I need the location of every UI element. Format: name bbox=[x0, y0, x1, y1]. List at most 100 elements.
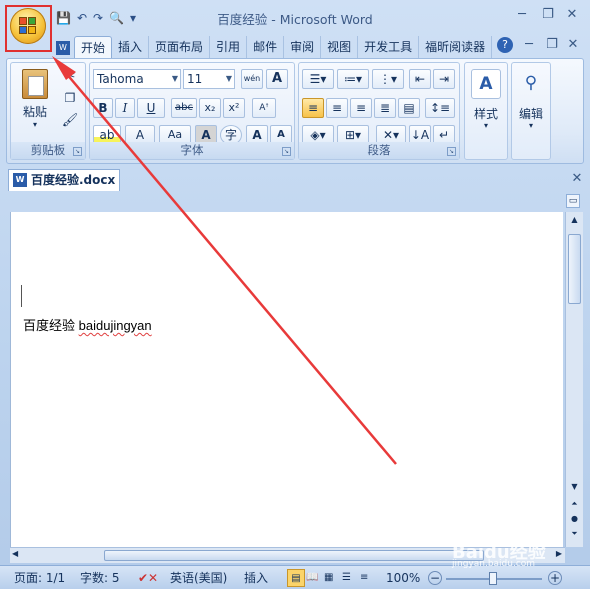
minimize-button[interactable]: ─ bbox=[511, 6, 533, 24]
status-zoom-level[interactable]: 100% bbox=[386, 569, 420, 587]
format-painter-icon[interactable]: 🖌 bbox=[61, 113, 79, 128]
restore-button[interactable]: ❐ bbox=[537, 6, 559, 24]
justify-button[interactable]: ≣ bbox=[374, 98, 396, 118]
strikethrough-button[interactable]: abc bbox=[171, 98, 197, 118]
tab-developer[interactable]: 开发工具 bbox=[358, 36, 420, 58]
text-cursor bbox=[21, 285, 22, 307]
help-icon[interactable]: ? bbox=[497, 37, 513, 53]
italic-button[interactable]: I bbox=[115, 98, 135, 118]
copy-icon[interactable]: ❐ bbox=[61, 91, 79, 105]
numbering-button[interactable]: ≔▾ bbox=[337, 69, 369, 89]
print-layout-view-icon[interactable]: ▤ bbox=[287, 569, 305, 587]
tab-references[interactable]: 引用 bbox=[210, 36, 248, 58]
status-language[interactable]: 英语(美国) bbox=[170, 569, 227, 587]
document-tab[interactable]: W 百度经验.docx bbox=[8, 169, 120, 191]
outline-view-icon[interactable]: ☰ bbox=[342, 569, 351, 587]
bullets-button[interactable]: ☰▾ bbox=[302, 69, 334, 89]
document-tab-label: 百度经验.docx bbox=[31, 173, 116, 187]
word-doc-icon: W bbox=[52, 36, 74, 58]
group-font: Tahoma ▼ 11 ▼ wén A B I U abc x₂ x² Aꜛ ab … bbox=[89, 62, 295, 160]
document-tab-bar: W 百度经验.docx ✕ bbox=[0, 166, 590, 192]
tab-page-layout[interactable]: 页面布局 bbox=[149, 36, 211, 58]
undo-icon[interactable]: ↶ bbox=[77, 11, 87, 25]
save-icon[interactable]: 💾 bbox=[56, 11, 71, 25]
increase-indent-button[interactable]: ⇥ bbox=[433, 69, 455, 89]
reading-view-icon[interactable]: 📖 bbox=[306, 569, 318, 587]
ribbon-close-button[interactable]: ✕ bbox=[562, 36, 584, 54]
draft-view-icon[interactable]: ≡ bbox=[360, 569, 368, 587]
styles-icon: A bbox=[471, 69, 501, 99]
clipboard-launcher-icon[interactable]: ↘ bbox=[73, 147, 82, 156]
font-name-value: Tahoma bbox=[97, 72, 144, 86]
underline-button[interactable]: U bbox=[137, 98, 165, 118]
zoom-slider-thumb[interactable] bbox=[489, 572, 497, 585]
redo-icon[interactable]: ↷ bbox=[93, 11, 103, 25]
group-styles[interactable]: A 样式 ▾ bbox=[464, 62, 508, 160]
status-insert-mode[interactable]: 插入 bbox=[244, 569, 268, 587]
align-center-button[interactable]: ≡ bbox=[326, 98, 348, 118]
highlight-box bbox=[5, 5, 52, 52]
scroll-right-icon[interactable]: ▶ bbox=[556, 549, 562, 558]
phonetic-guide-button[interactable]: wén bbox=[241, 69, 263, 89]
tab-foxit-reader[interactable]: 福昕阅读器 bbox=[419, 36, 493, 58]
font-launcher-icon[interactable]: ↘ bbox=[282, 147, 291, 156]
word-doc-icon: W bbox=[13, 173, 27, 187]
font-size-combo[interactable]: 11 ▼ bbox=[183, 69, 235, 89]
print-preview-icon[interactable]: 🔍 bbox=[109, 11, 124, 25]
status-page[interactable]: 页面: 1/1 bbox=[14, 569, 65, 587]
ribbon-restore-button[interactable]: ❐ bbox=[541, 36, 563, 54]
paste-button[interactable]: 粘贴 ▾ bbox=[15, 67, 55, 139]
paste-label: 粘贴 bbox=[22, 105, 47, 119]
browse-object-icon[interactable]: ● bbox=[568, 514, 581, 528]
document-text[interactable]: 百度经验 baidujingyan bbox=[23, 315, 152, 334]
tab-home[interactable]: 开始 bbox=[74, 36, 113, 58]
proofing-icon[interactable]: ✔✕ bbox=[138, 569, 158, 587]
chevron-down-icon: ▼ bbox=[225, 74, 232, 83]
close-button[interactable]: ✕ bbox=[561, 6, 583, 24]
cut-icon[interactable]: ✂ bbox=[61, 69, 79, 84]
scroll-down-icon[interactable]: ▼ bbox=[568, 482, 581, 496]
ribbon-tabs: W 开始 插入 页面布局 引用 邮件 审阅 视图 开发工具 福昕阅读器 bbox=[52, 36, 493, 58]
web-view-icon[interactable]: ▦ bbox=[324, 569, 333, 587]
vertical-scrollbar[interactable]: ▲ ▼ ⏶ ● ⏷ bbox=[565, 212, 583, 547]
status-word-count[interactable]: 字数: 5 bbox=[80, 569, 120, 587]
document-text-chinese: 百度经验 bbox=[23, 318, 76, 333]
horizontal-scroll-thumb[interactable] bbox=[104, 550, 484, 561]
styles-label: 样式 bbox=[473, 107, 498, 121]
vertical-scroll-thumb[interactable] bbox=[568, 234, 581, 304]
clear-formatting-button[interactable]: Aꜛ bbox=[252, 98, 276, 118]
ruler-toggle-icon[interactable]: ▭ bbox=[566, 194, 580, 208]
scroll-up-icon[interactable]: ▲ bbox=[568, 215, 581, 229]
group-clipboard: 粘贴 ▾ ✂ ❐ 🖌 剪贴板 ↘ bbox=[10, 62, 86, 160]
document-page[interactable]: 百度经验 baidujingyan bbox=[10, 212, 563, 547]
line-spacing-button[interactable]: ↕≡ bbox=[425, 98, 455, 118]
document-text-english: baidujingyan bbox=[78, 318, 152, 333]
tab-mailings[interactable]: 邮件 bbox=[247, 36, 285, 58]
zoom-out-icon[interactable]: − bbox=[428, 571, 442, 585]
tab-view[interactable]: 视图 bbox=[321, 36, 359, 58]
binoculars-icon: ⚲ bbox=[524, 73, 538, 93]
decrease-indent-button[interactable]: ⇤ bbox=[409, 69, 431, 89]
superscript-button[interactable]: x² bbox=[223, 98, 245, 118]
char-border-button[interactable]: A bbox=[266, 69, 288, 89]
clipboard-icon bbox=[22, 69, 48, 99]
font-name-combo[interactable]: Tahoma ▼ bbox=[93, 69, 181, 89]
zoom-in-icon[interactable]: + bbox=[548, 571, 562, 585]
distributed-button[interactable]: ▤ bbox=[398, 98, 420, 118]
tab-insert[interactable]: 插入 bbox=[112, 36, 150, 58]
group-editing[interactable]: ⚲ 编辑 ▾ bbox=[511, 62, 551, 160]
align-right-button[interactable]: ≡ bbox=[350, 98, 372, 118]
scroll-left-icon[interactable]: ◀ bbox=[12, 549, 18, 558]
qat-customize-icon[interactable]: ▾ bbox=[130, 11, 136, 25]
multilevel-list-button[interactable]: ⋮▾ bbox=[372, 69, 404, 89]
prev-page-icon[interactable]: ⏶ bbox=[568, 499, 581, 513]
close-document-icon[interactable]: ✕ bbox=[566, 170, 588, 188]
bold-button[interactable]: B bbox=[93, 98, 113, 118]
next-page-icon[interactable]: ⏷ bbox=[568, 529, 581, 543]
group-paragraph: ☰▾ ≔▾ ⋮▾ ⇤ ⇥ ≡ ≡ ≡ ≣ ▤ ↕≡ ◈▾ ⊞▾ ✕▾ ↓A ↵ … bbox=[298, 62, 460, 160]
subscript-button[interactable]: x₂ bbox=[199, 98, 221, 118]
align-left-button[interactable]: ≡ bbox=[302, 98, 324, 118]
ribbon-minimize-button[interactable]: ─ bbox=[518, 36, 540, 54]
paragraph-launcher-icon[interactable]: ↘ bbox=[447, 147, 456, 156]
tab-review[interactable]: 审阅 bbox=[284, 36, 322, 58]
